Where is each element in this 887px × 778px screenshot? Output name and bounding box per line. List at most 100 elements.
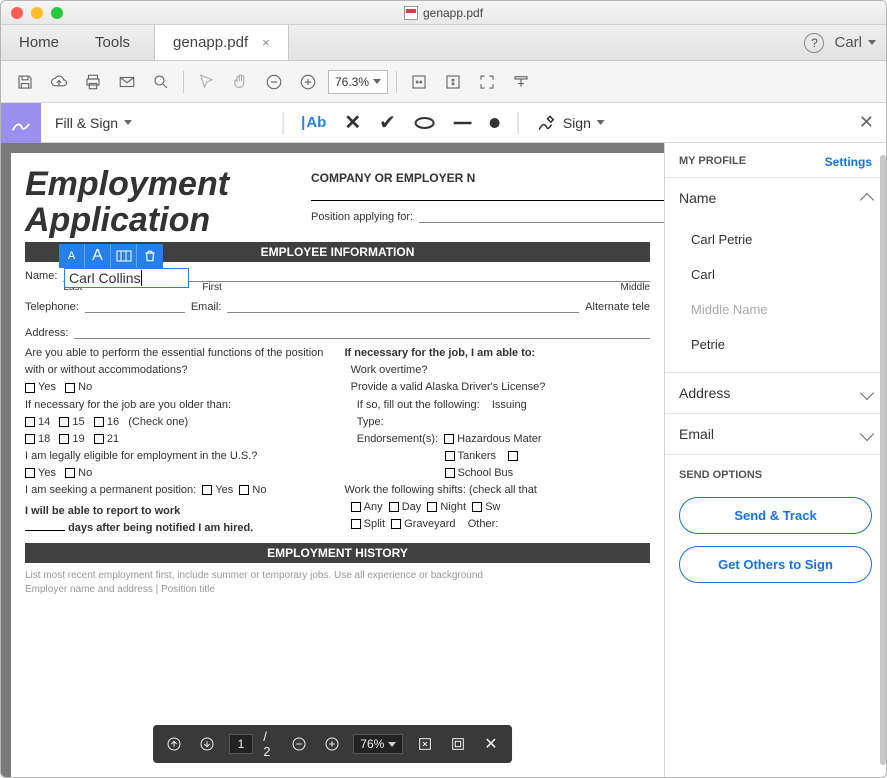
circle-tool[interactable]: [414, 116, 436, 130]
fill-sign-toolbar: Fill & Sign |Ab ✕ ✔ Sign ✕: [1, 103, 886, 143]
tab-tools[interactable]: Tools: [77, 25, 148, 60]
zoom-in-button[interactable]: [294, 68, 322, 96]
shift-night: Night: [440, 501, 466, 513]
fit-button[interactable]: [413, 732, 436, 756]
fill-sign-dropdown[interactable]: Fill & Sign: [41, 115, 146, 131]
age-19: 19: [72, 433, 84, 445]
tab-document-label: genapp.pdf: [173, 34, 248, 51]
send-track-button[interactable]: Send & Track: [679, 497, 872, 534]
zoom-out-nav-button[interactable]: [287, 732, 310, 756]
sign-label: Sign: [563, 115, 591, 131]
name-section-toggle[interactable]: Name: [665, 177, 886, 218]
close-fill-sign-button[interactable]: ✕: [859, 112, 874, 133]
sign-tool[interactable]: Sign: [537, 113, 605, 133]
increase-text-button[interactable]: A: [85, 244, 111, 268]
get-others-sign-button[interactable]: Get Others to Sign: [679, 546, 872, 583]
help-button[interactable]: ?: [804, 33, 824, 53]
name-label: Name:: [25, 270, 57, 293]
page-number-input[interactable]: 1: [229, 734, 254, 754]
sidebar-scrollbar[interactable]: [880, 155, 886, 765]
shift-day: Day: [402, 501, 422, 513]
profile-first-name[interactable]: Carl: [665, 257, 886, 292]
document-view[interactable]: Employment Application COMPANY OR EMPLOY…: [1, 143, 664, 777]
close-nav-button[interactable]: ✕: [479, 732, 502, 756]
no-label: No: [78, 381, 92, 393]
endorsements-label: Endorsement(s):: [357, 433, 438, 445]
maximize-window-button[interactable]: [51, 7, 63, 19]
fit-page-button[interactable]: [439, 68, 467, 96]
essential-functions-question: Are you able to perform the essential fu…: [25, 345, 331, 379]
delete-text-button[interactable]: [137, 244, 163, 268]
profile-last-name[interactable]: Petrie: [665, 327, 886, 362]
fillout-label: If so, fill out the following:: [357, 399, 480, 411]
chevron-down-icon: [868, 40, 876, 45]
middle-sublabel: Middle: [621, 282, 650, 293]
license-question: Provide a valid Alaska Driver's License?: [351, 381, 546, 393]
zoom-value: 76.3%: [335, 75, 369, 89]
page-down-button[interactable]: [196, 732, 219, 756]
age-16: 16: [107, 416, 119, 428]
shift-any: Any: [364, 501, 383, 513]
address-section-toggle[interactable]: Address: [665, 372, 886, 413]
tab-home[interactable]: Home: [1, 25, 77, 60]
profile-middle-name[interactable]: Middle Name: [665, 292, 886, 327]
line-tool[interactable]: [454, 121, 472, 125]
issuing-label: Issuing: [492, 399, 527, 411]
cloud-button[interactable]: [45, 68, 73, 96]
name-section-label: Name: [679, 190, 716, 206]
checkmark-tool[interactable]: ✔: [379, 110, 396, 135]
shifts-label: Work the following shifts: (check all th…: [345, 484, 537, 496]
mail-button[interactable]: [113, 68, 141, 96]
minimize-window-button[interactable]: [31, 7, 43, 19]
close-window-button[interactable]: [11, 7, 23, 19]
hazmat-label: Hazardous Mater: [457, 433, 541, 445]
save-button[interactable]: [11, 68, 39, 96]
dot-tool[interactable]: [490, 118, 500, 128]
select-tool[interactable]: [192, 68, 220, 96]
position-label: Position applying for:: [311, 211, 413, 223]
window-title-text: genapp.pdf: [423, 6, 483, 20]
search-button[interactable]: [147, 68, 175, 96]
eligible-question: I am legally eligible for employment in …: [25, 448, 331, 465]
profile-sidebar: MY PROFILE Settings Name Carl Petrie Car…: [664, 143, 886, 777]
yes-label-2: Yes: [38, 467, 56, 479]
user-menu[interactable]: Carl: [834, 34, 876, 51]
name-input-value: Carl Collins: [69, 270, 141, 286]
decrease-text-button[interactable]: A: [59, 244, 85, 268]
chevron-down-icon: [860, 427, 874, 441]
shift-graveyard: Graveyard: [404, 518, 455, 530]
view-mode-button[interactable]: [507, 68, 535, 96]
no-label-3: No: [252, 484, 266, 496]
print-button[interactable]: [79, 68, 107, 96]
fullscreen-button[interactable]: [473, 68, 501, 96]
user-name-label: Carl: [834, 34, 862, 51]
page-nav-bar: 1 / 2 76% ✕: [153, 725, 513, 763]
pdf-page[interactable]: Employment Application COMPANY OR EMPLOY…: [11, 153, 664, 777]
settings-link[interactable]: Settings: [825, 155, 872, 169]
tab-close-button[interactable]: ×: [262, 35, 270, 50]
age-21: 21: [107, 433, 119, 445]
zoom-out-button[interactable]: [260, 68, 288, 96]
tab-document[interactable]: genapp.pdf ×: [154, 25, 289, 60]
x-mark-tool[interactable]: ✕: [344, 110, 361, 135]
spacing-button[interactable]: [111, 244, 137, 268]
main-tabs: Home Tools genapp.pdf × ? Carl: [1, 25, 886, 61]
email-section-toggle[interactable]: Email: [665, 413, 886, 454]
fit-button-2[interactable]: [446, 732, 469, 756]
zoom-level-input[interactable]: 76.3%: [328, 70, 388, 94]
tankers-label: Tankers: [458, 450, 497, 462]
name-text-input[interactable]: Carl Collins: [64, 268, 189, 288]
zoom-in-nav-button[interactable]: [320, 732, 343, 756]
window-title: genapp.pdf: [1, 6, 886, 20]
profile-full-name[interactable]: Carl Petrie: [665, 222, 886, 257]
page-total: / 2: [263, 729, 277, 759]
check-one-label: (Check one): [128, 416, 188, 428]
zoom-nav-input[interactable]: 76%: [353, 734, 403, 754]
hand-tool[interactable]: [226, 68, 254, 96]
pdf-file-icon: [404, 6, 418, 20]
company-label: COMPANY OR EMPLOYER N: [311, 171, 664, 185]
fit-width-button[interactable]: [405, 68, 433, 96]
add-text-tool[interactable]: |Ab: [301, 114, 326, 131]
page-up-button[interactable]: [163, 732, 186, 756]
fill-sign-icon: [1, 103, 41, 143]
